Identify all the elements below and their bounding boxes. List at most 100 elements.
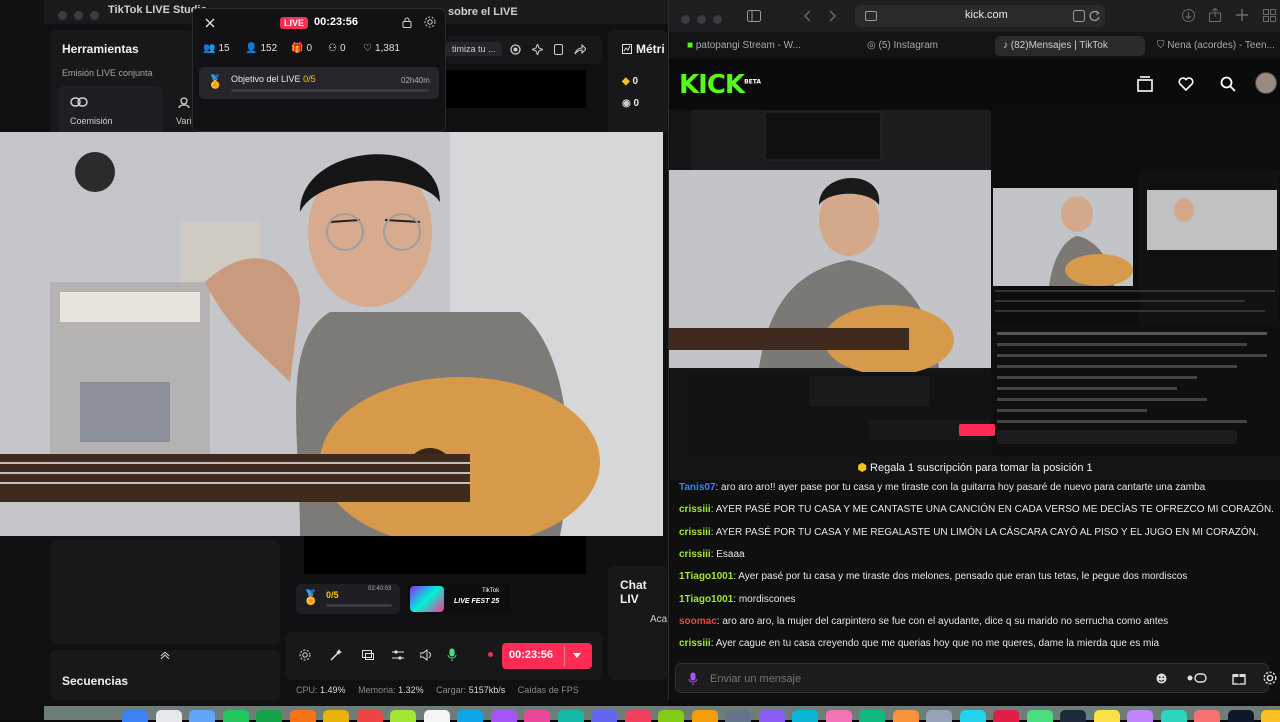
pinned-subscription-banner[interactable]: ⬢ Regala 1 suscripción para tomar la pos… — [669, 456, 1280, 480]
optimize-button[interactable]: timiza tu ... — [446, 42, 502, 56]
gift-icon[interactable] — [1232, 671, 1246, 685]
dock-app-icon[interactable] — [222, 710, 249, 722]
chat-username[interactable]: 1Tiago1001 — [679, 594, 733, 605]
chat-message[interactable]: crissiii: Ayer cague en tu casa creyendo… — [679, 638, 1159, 649]
tab-kick-stream[interactable]: ■ patopangi Stream - W... — [679, 36, 829, 56]
address-bar[interactable]: kick.com — [855, 5, 1105, 27]
browse-icon[interactable] — [1137, 76, 1153, 92]
settings-gear-icon[interactable] — [424, 16, 436, 28]
dock-app-icon[interactable] — [1093, 710, 1120, 722]
dock-app-icon[interactable] — [155, 710, 182, 722]
dock-app-icon[interactable] — [892, 710, 919, 722]
window-traffic-lights[interactable] — [58, 7, 106, 25]
dock-app-icon[interactable] — [758, 710, 785, 722]
dock-app-icon[interactable] — [624, 710, 651, 722]
chat-message[interactable]: 1Tiago1001: mordiscones — [679, 594, 796, 605]
live-fest-badge[interactable]: TikTok LIVE FEST 25 — [408, 584, 510, 614]
chat-username[interactable]: Tanis07 — [679, 482, 716, 493]
dock-app-icon[interactable] — [423, 710, 450, 722]
microphone-icon[interactable] — [447, 648, 457, 662]
new-tab-plus-icon[interactable] — [1236, 9, 1248, 21]
sidebar-toggle-icon[interactable] — [747, 10, 761, 22]
commission-tool-card[interactable]: Coemisión — [58, 86, 162, 134]
dock-app-icon[interactable] — [1127, 710, 1153, 722]
dock-app-icon[interactable] — [1194, 710, 1220, 722]
dock-app-icon[interactable] — [658, 710, 684, 722]
dock-app-icon[interactable] — [189, 710, 215, 722]
chat-username[interactable]: crissiii — [679, 638, 711, 649]
chat-username[interactable]: crissiii — [679, 527, 711, 538]
dock-app-icon[interactable] — [490, 710, 517, 722]
kick-stream-player[interactable] — [669, 110, 1280, 456]
end-live-button[interactable]: 00:23:56 — [502, 643, 592, 669]
dock-app-icon[interactable] — [959, 710, 986, 722]
chat-message[interactable]: soomac: aro aro aro, la mujer del carpin… — [679, 616, 1168, 627]
dock-app-icon[interactable] — [524, 710, 550, 722]
sliders-icon[interactable] — [392, 649, 404, 661]
preview-scene-thumb[interactable] — [446, 70, 586, 108]
dock-app-icon[interactable] — [993, 710, 1019, 722]
dock-app-icon[interactable] — [557, 710, 584, 722]
tab-instagram[interactable]: ◎ (5) Instagram — [859, 36, 989, 56]
dock-app-icon[interactable] — [926, 710, 952, 722]
download-icon[interactable] — [1182, 9, 1195, 22]
chat-message[interactable]: Tanis07: aro aro aro!! ayer pase por tu … — [679, 482, 1205, 493]
dock-app-icon[interactable] — [1261, 710, 1280, 722]
chat-username[interactable]: soomac — [679, 616, 717, 627]
dock-app-icon[interactable] — [390, 710, 416, 722]
search-icon[interactable] — [1220, 76, 1236, 92]
emoji-icon[interactable] — [1156, 673, 1167, 684]
translate-icon[interactable] — [1073, 10, 1085, 22]
bottom-goal-card[interactable]: 🏅 0/5 02:40:03 — [296, 584, 400, 614]
tab-overview-icon[interactable] — [1263, 9, 1276, 22]
chat-message-input[interactable] — [710, 670, 1150, 688]
dock-app-icon[interactable] — [591, 710, 617, 722]
close-icon[interactable] — [205, 18, 215, 28]
settings-gear-icon[interactable] — [299, 649, 311, 661]
dock-app-icon[interactable] — [1026, 710, 1053, 722]
chat-input-box[interactable] — [675, 663, 1269, 693]
chat-message[interactable]: crissiii: AYER PASÉ POR TU CASA Y ME CAN… — [679, 504, 1274, 515]
tab-tiktok-messages[interactable]: ♪ (82)Mensajes | TikTok — [995, 36, 1145, 56]
dock-app-icon[interactable] — [1060, 710, 1086, 722]
window-traffic-lights[interactable] — [681, 11, 729, 29]
settings-gear-icon[interactable] — [1263, 671, 1277, 685]
dock-app-icon[interactable] — [825, 710, 852, 722]
dock-app-icon[interactable] — [691, 710, 718, 722]
dock-app-icon[interactable] — [725, 710, 751, 722]
sparkle-icon[interactable] — [532, 44, 543, 55]
chat-message[interactable]: crissiii: Esaaa — [679, 549, 745, 560]
chat-tools-icon[interactable] — [1187, 672, 1207, 684]
site-settings-icon[interactable] — [865, 11, 877, 21]
dock-app-icon[interactable] — [859, 710, 885, 722]
lock-icon[interactable] — [402, 17, 412, 28]
chat-username[interactable]: crissiii — [679, 504, 711, 515]
live-goal-card[interactable]: 🏅 Objetivo del LIVE 0/5 02h40m — [199, 67, 439, 99]
forward-arrow-icon[interactable] — [829, 10, 837, 22]
dock-app-icon[interactable] — [1160, 710, 1187, 722]
tab-nena-acordes[interactable]: ⛉ Nena (acordes) - Teen... — [1149, 36, 1277, 56]
dock-app-icon[interactable] — [323, 710, 349, 722]
chat-username[interactable]: crissiii — [679, 549, 711, 560]
dock-app-icon[interactable] — [289, 710, 316, 722]
dock-app-icon[interactable] — [1227, 710, 1254, 722]
phone-icon[interactable] — [554, 44, 563, 55]
dock-app-icon[interactable] — [256, 710, 282, 722]
dock-app-icon[interactable] — [457, 710, 483, 722]
chevron-down-icon[interactable] — [573, 653, 581, 658]
share-icon[interactable] — [574, 44, 586, 55]
chevron-up-icon[interactable] — [160, 652, 170, 660]
record-icon[interactable] — [510, 44, 521, 55]
dock-app-icon[interactable] — [122, 710, 148, 722]
kick-logo[interactable]: KICKBETA — [679, 70, 761, 100]
share-icon[interactable] — [1209, 8, 1221, 22]
speaker-icon[interactable] — [420, 649, 433, 661]
magic-wand-icon[interactable] — [330, 649, 342, 661]
dock-app-icon[interactable] — [792, 710, 818, 722]
chat-message[interactable]: 1Tiago1001: Ayer pasé por tu casa y me t… — [679, 571, 1187, 582]
chat-username[interactable]: 1Tiago1001 — [679, 571, 733, 582]
chat-message[interactable]: crissiii: AYER PASÉ POR TU CASA Y ME REG… — [679, 527, 1259, 538]
microphone-icon[interactable] — [688, 672, 698, 686]
back-arrow-icon[interactable] — [803, 10, 811, 22]
heart-icon[interactable] — [1178, 77, 1194, 91]
